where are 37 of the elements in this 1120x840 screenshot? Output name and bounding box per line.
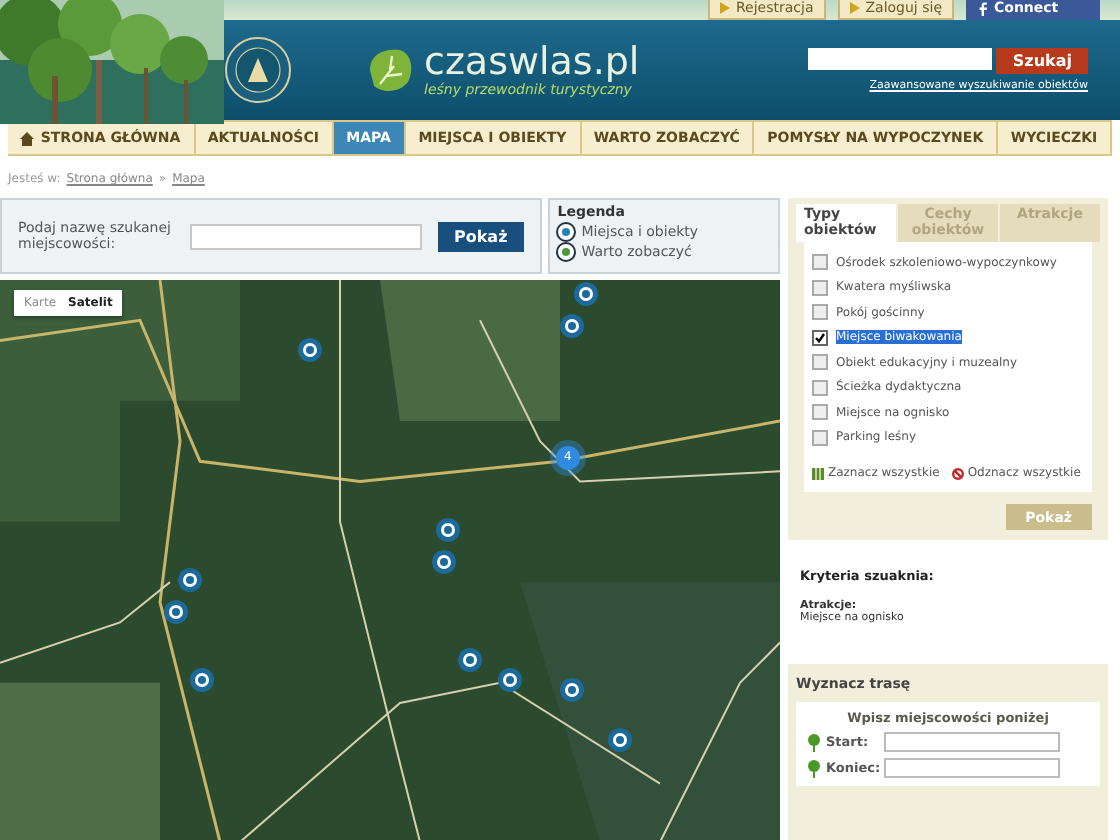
map-marker-icon[interactable]: [178, 568, 203, 593]
map-marker-icon[interactable]: [559, 314, 584, 339]
map-marker-icon[interactable]: [435, 517, 460, 542]
search-field[interactable]: [808, 48, 993, 70]
map-marker-icon[interactable]: [190, 668, 214, 693]
checkbox[interactable]: [812, 279, 828, 296]
search-button[interactable]: Szukaj: [996, 48, 1088, 74]
pin-icon: [808, 759, 820, 778]
emblem-icon: [224, 36, 292, 104]
map-marker-icon[interactable]: [164, 600, 189, 625]
play-icon: [719, 2, 730, 14]
show-button[interactable]: Pokaż: [438, 221, 524, 251]
checkbox[interactable]: [812, 354, 828, 371]
checkbox[interactable]: [812, 379, 828, 396]
checkbox[interactable]: [812, 404, 828, 421]
map-marker-icon[interactable]: [431, 550, 456, 575]
leaf-icon: [364, 46, 416, 94]
route-field[interactable]: [884, 732, 1060, 753]
map-marker-icon[interactable]: [559, 677, 584, 702]
checkbox[interactable]: [812, 429, 828, 446]
map-marker-icon[interactable]: [608, 727, 633, 752]
checkbox[interactable]: [812, 329, 828, 346]
prohibited-icon: [951, 467, 964, 480]
checkbox[interactable]: [812, 304, 828, 321]
play-icon: [849, 2, 860, 14]
checkbox[interactable]: [812, 254, 828, 271]
route-field[interactable]: [884, 758, 1060, 779]
map-marker-icon[interactable]: [297, 338, 322, 363]
pin-icon: [808, 733, 820, 752]
facebook-icon: [978, 1, 988, 15]
home-icon: [20, 131, 35, 145]
map-marker-icon[interactable]: [573, 282, 598, 307]
map-marker-icon[interactable]: [498, 668, 523, 693]
grid-icon: [812, 467, 824, 480]
map-marker-icon[interactable]: [458, 648, 483, 673]
site-logo: czaswlas.pl: [424, 43, 640, 81]
place-field[interactable]: [190, 223, 422, 249]
